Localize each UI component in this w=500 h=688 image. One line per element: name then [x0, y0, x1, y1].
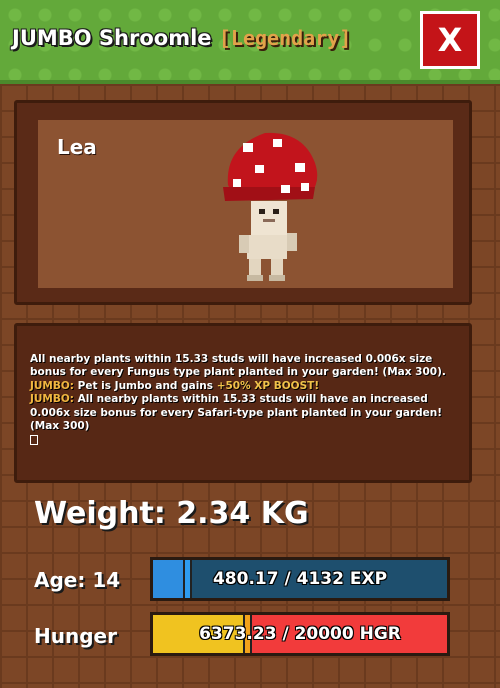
close-button[interactable]: X: [420, 11, 480, 69]
hunger-progress-bar: 6373.23 / 20000 HGR: [150, 612, 450, 656]
pet-viewport: Lea: [14, 100, 472, 305]
ability-line-2: JUMBO: Pet is Jumbo and gains +50% XP BO…: [30, 380, 460, 393]
text-cursor-icon: [30, 435, 38, 446]
exp-progress-bar: 480.17 / 4132 EXP: [150, 557, 450, 601]
mushroom-pet-icon: [223, 132, 318, 281]
pet-name: Lea: [57, 135, 97, 159]
exp-text: 480.17 / 4132 EXP: [212, 569, 388, 589]
ability-description-panel: All nearby plants within 15.33 studs wil…: [14, 323, 472, 483]
age-label: Age: 14: [34, 568, 121, 592]
jumbo-tag: JUMBO:: [30, 393, 75, 406]
hunger-text: 6373.23 / 20000 HGR: [199, 624, 401, 644]
jumbo-text: All nearby plants within 15.33 studs wil…: [30, 393, 443, 433]
pet-viewport-inner: Lea: [38, 120, 453, 288]
weight-label: Weight: 2.34 KG: [34, 496, 309, 531]
ability-line-1: All nearby plants within 15.33 studs wil…: [30, 353, 446, 379]
jumbo-text: Pet is Jumbo and gains: [77, 379, 214, 392]
header-bar: JUMBO Shroomle [Legendary] X: [0, 0, 500, 84]
xp-boost-text: +50% XP BOOST!: [216, 379, 320, 392]
jumbo-tag: JUMBO:: [30, 379, 75, 392]
pet-title: JUMBO Shroomle [Legendary]: [12, 26, 351, 50]
ability-line-3: JUMBO: All nearby plants within 15.33 st…: [30, 393, 460, 433]
pet-species: JUMBO Shroomle: [12, 26, 212, 50]
rarity-badge: [Legendary]: [218, 26, 352, 50]
hunger-label: Hunger: [34, 624, 117, 648]
ability-description: All nearby plants within 15.33 studs wil…: [30, 353, 460, 450]
